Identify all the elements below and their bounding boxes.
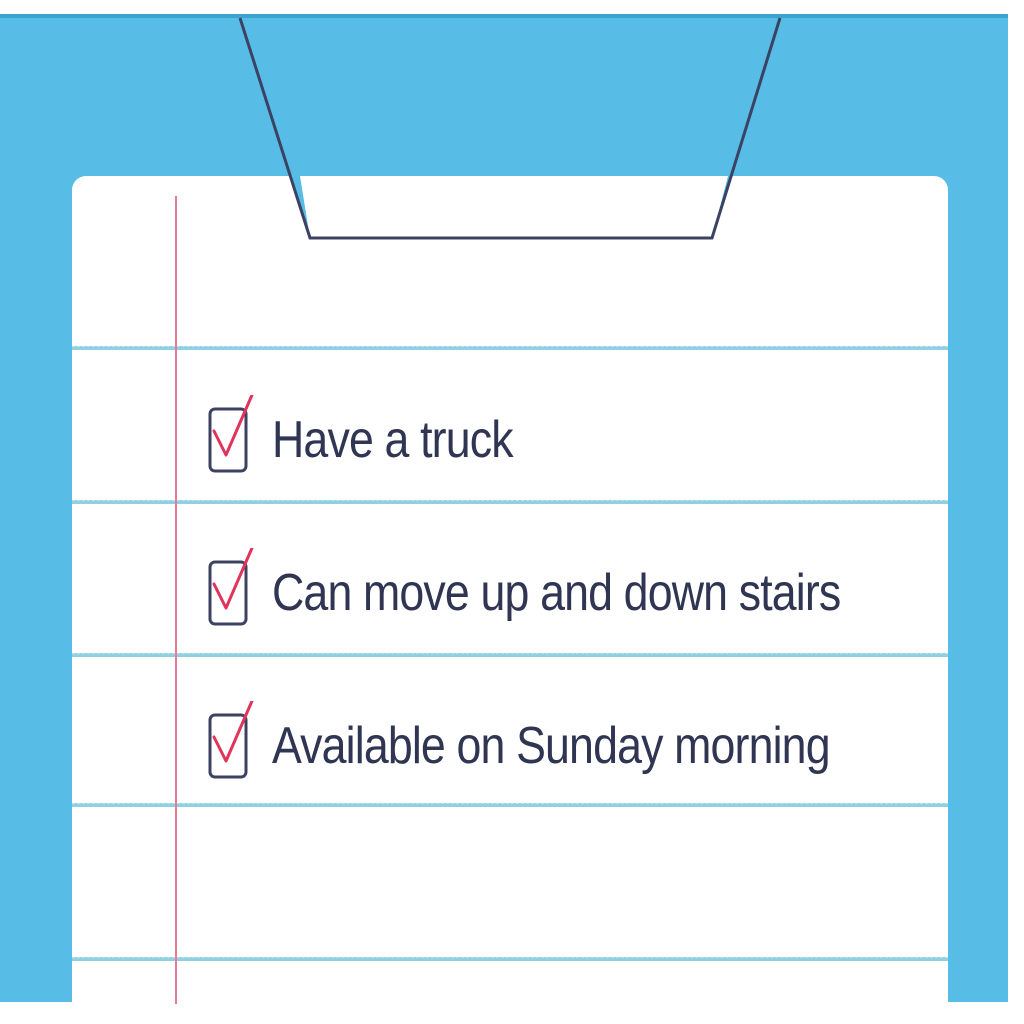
checklist-item: Available on Sunday morning [206,698,921,794]
checklist-item: Can move up and down stairs [206,545,933,641]
checklist-item-label: Can move up and down stairs [272,564,841,622]
checkbox-checked-icon[interactable] [206,395,254,485]
paper-rule [72,500,948,504]
checkbox-checked-icon[interactable] [206,548,254,638]
checklist-item: Have a truck [206,392,552,488]
paper-rule [72,653,948,657]
clipboard-clip-icon [238,17,782,240]
paper-rule [72,803,948,807]
paper-rule [72,346,948,350]
paper-rule [72,957,948,961]
checklist-item-label: Available on Sunday morning [272,717,831,775]
checkbox-checked-icon[interactable] [206,701,254,791]
paper-margin-line [175,196,177,1004]
checklist-item-label: Have a truck [272,411,514,469]
